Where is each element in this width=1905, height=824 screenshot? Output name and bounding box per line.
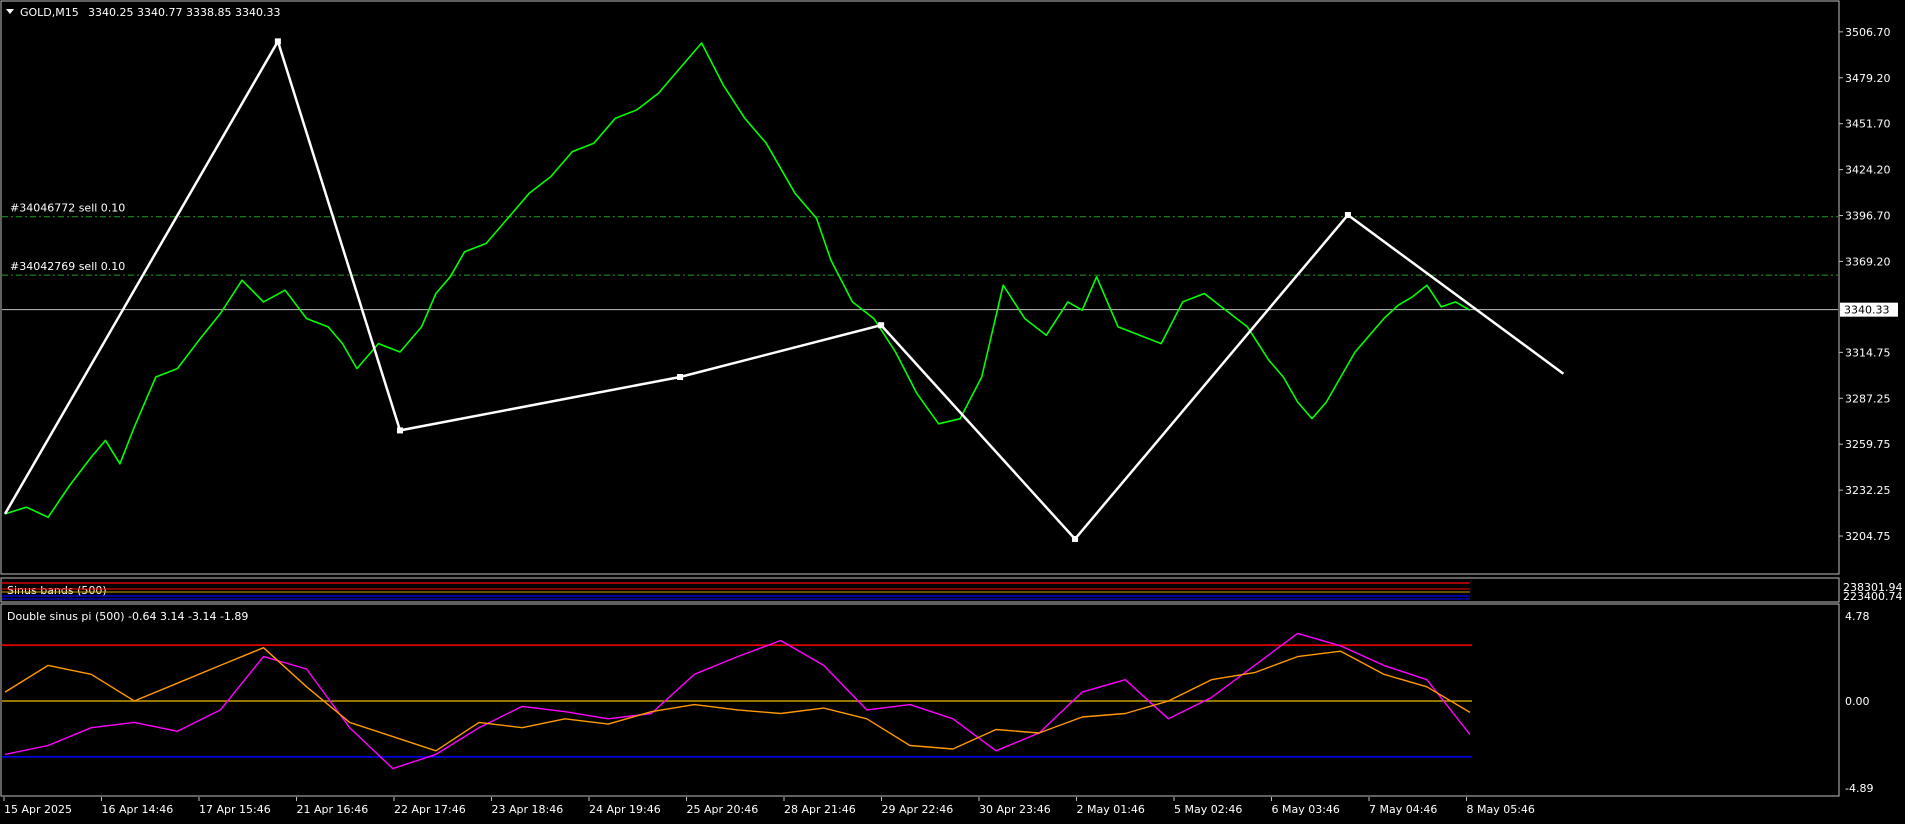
zigzag-vertex-2 [396, 427, 403, 434]
time-axis-label-6: 24 Apr 19:46 [589, 803, 661, 816]
price-axis-tick-8: 3287.25 [1845, 392, 1891, 405]
time-axis-label-12: 5 May 02:46 [1174, 803, 1242, 816]
order-line-label-2: #34042769 sell 0.10 [10, 260, 125, 273]
symbol-label: GOLD,M15 [20, 6, 79, 19]
chart-canvas[interactable]: GOLD,M15 3340.25 3340.77 3338.85 3340.33… [0, 0, 1905, 820]
price-series-line [4, 42, 1471, 519]
oscillator-panel-frame [0, 603, 1840, 797]
price-axis-tick-2: 3451.70 [1845, 118, 1891, 131]
sinus-bands-panel-frame [0, 577, 1840, 603]
ohlc-values: 3340.25 3340.77 3338.85 3340.33 [88, 6, 280, 19]
collapse-triangle-icon[interactable] [6, 9, 14, 14]
time-axis-label-11: 2 May 01:46 [1077, 803, 1145, 816]
mt4-chart-window[interactable]: GOLD,M15 3340.25 3340.77 3338.85 3340.33… [0, 0, 1905, 820]
time-axis-label-4: 22 Apr 17:46 [394, 803, 466, 816]
time-axis-label-14: 7 May 04:46 [1369, 803, 1437, 816]
sinus-bands-title: Sinus bands (500) [7, 584, 107, 597]
osc-series-line-1 [4, 647, 1471, 752]
zigzag-line [3, 38, 1565, 541]
osc-axis-tick-2: -4.89 [1845, 782, 1873, 795]
main-panel-frame [0, 0, 1840, 575]
time-axis-label-2: 17 Apr 15:46 [199, 803, 271, 816]
osc-axis-tick-1: 0.00 [1845, 695, 1870, 708]
zigzag-vertex-6 [1344, 212, 1351, 219]
price-axis-tick-5: 3369.20 [1845, 255, 1891, 268]
price-axis-tick-10: 3232.25 [1845, 484, 1891, 497]
price-axis-tick-7: 3314.75 [1845, 346, 1891, 359]
price-axis-tick-3: 3424.20 [1845, 164, 1891, 177]
zigzag-vertex-4 [878, 322, 885, 329]
time-axis-label-5: 23 Apr 18:46 [492, 803, 564, 816]
time-axis-label-8: 28 Apr 21:46 [784, 803, 856, 816]
price-axis-tick-1: 3479.20 [1845, 72, 1891, 85]
order-line-label-1: #34046772 sell 0.10 [10, 202, 125, 215]
time-axis-label-7: 25 Apr 20:46 [687, 803, 759, 816]
sinus-band-tick-lower: 223400.74 [1843, 590, 1903, 603]
osc-axis-tick-0: 4.78 [1845, 610, 1870, 623]
price-axis-tick-11: 3204.75 [1845, 530, 1891, 543]
time-axis-label-10: 30 Apr 23:46 [979, 803, 1051, 816]
time-axis-label-3: 21 Apr 16:46 [297, 803, 369, 816]
time-axis-label-13: 6 May 03:46 [1272, 803, 1340, 816]
time-axis-label-15: 8 May 05:46 [1467, 803, 1535, 816]
price-axis-tick-9: 3259.75 [1845, 438, 1891, 451]
zigzag-vertex-3 [677, 373, 684, 380]
price-axis-tick-0: 3506.70 [1845, 26, 1891, 39]
sinus-bands-lines [2, 582, 1470, 600]
price-axis-tick-4: 3396.70 [1845, 210, 1891, 223]
time-axis-label-0: 15 Apr 2025 [4, 803, 72, 816]
time-axis-label-1: 16 Apr 14:46 [102, 803, 174, 816]
current-price-label: 3340.33 [1844, 304, 1890, 317]
zigzag-vertex-1 [274, 38, 281, 45]
zigzag-vertex-5 [1072, 535, 1079, 542]
time-axis-label-9: 29 Apr 22:46 [882, 803, 954, 816]
double-sinus-title: Double sinus pi (500) -0.64 3.14 -3.14 -… [7, 610, 248, 623]
